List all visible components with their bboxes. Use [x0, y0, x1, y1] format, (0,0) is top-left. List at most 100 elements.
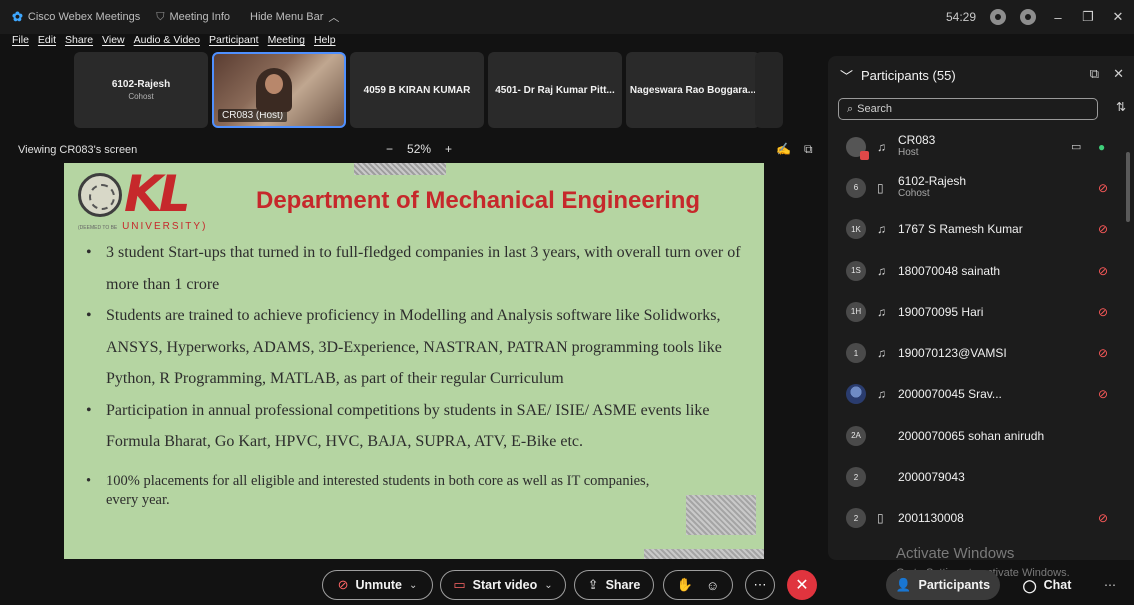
video-tile[interactable]: Nageswara Rao Boggara... [626, 52, 760, 128]
participant-row[interactable]: 1H ♫ 190070095 Hari ⊘ [828, 291, 1124, 332]
app-title: ✿ Cisco Webex Meetings [12, 9, 140, 25]
meeting-info-button[interactable]: ⛉ Meeting Info [156, 11, 230, 24]
participant-search-input[interactable]: ⌕ Search [838, 98, 1098, 120]
presenter-badge-icon [860, 150, 869, 160]
seal-icon [78, 173, 122, 217]
chevron-down-icon: ﹀ [840, 69, 854, 84]
chevron-down-icon[interactable]: ⌄ [409, 580, 417, 591]
participant-row[interactable]: ♫ 2000070045 Srav... ⊘ [828, 374, 1124, 415]
camera-icon[interactable]: ▭ [1071, 140, 1081, 153]
more-options-button[interactable]: ⋯ [745, 570, 775, 600]
activate-windows-watermark: Activate Windows [896, 545, 1015, 562]
video-tile[interactable]: 4059 B KIRAN KUMAR [350, 52, 484, 128]
menu-share[interactable]: Share [65, 34, 93, 50]
headset-icon: ♫ [877, 263, 886, 278]
participant-row[interactable]: 1K ♫ 1767 S Ramesh Kumar ⊘ [828, 209, 1124, 250]
deemed-text: (DEEMED TO BE [78, 225, 118, 231]
popout-icon[interactable]: ⧉ [804, 142, 813, 157]
participant-row[interactable]: ♫ CR083 Host ▭ ● [828, 126, 1124, 167]
leave-meeting-button[interactable]: ✕ [787, 570, 817, 600]
participant-name: 2001130008 [898, 511, 964, 526]
search-placeholder: Search [857, 103, 893, 115]
hide-menu-label: Hide Menu Bar [250, 11, 324, 23]
share-button[interactable]: ⇪ Share [574, 570, 654, 600]
mic-muted-icon[interactable]: ⊘ [1098, 305, 1108, 319]
participant-name: 190070123@VAMSI [898, 346, 1007, 361]
phone-icon: ▯ [877, 180, 884, 195]
menu-audio-video[interactable]: Audio & Video [134, 34, 200, 50]
participant-row[interactable]: 2A 2000070065 sohan anirudh [828, 415, 1124, 456]
tile-name: 6102-Rajesh [111, 79, 171, 90]
mic-muted-icon[interactable]: ⊘ [1098, 181, 1108, 195]
menu-participant[interactable]: Participant [209, 34, 259, 50]
network-indicator-icon[interactable] [1020, 9, 1036, 25]
participant-row[interactable]: 2 2000079043 [828, 456, 1124, 497]
zoom-control: − 52% + [386, 142, 452, 156]
participant-row[interactable]: 1S ♫ 180070048 sainath ⊘ [828, 250, 1124, 291]
close-panel-icon[interactable]: ✕ [1113, 66, 1124, 82]
chevron-up-icon: ︿ [328, 12, 340, 24]
zoom-level[interactable]: 52% [407, 142, 431, 156]
mic-muted-icon[interactable]: ⊘ [1098, 387, 1108, 401]
panel-more-icon[interactable]: ⋯ [1104, 578, 1116, 592]
mic-muted-icon[interactable]: ⊘ [1098, 264, 1108, 278]
menu-edit[interactable]: Edit [38, 34, 56, 50]
menu-file[interactable]: File [12, 34, 29, 50]
app-name: Cisco Webex Meetings [27, 11, 141, 23]
reactions-group: ✋ ☺ [663, 570, 733, 600]
participant-list-scrollbar[interactable] [1126, 152, 1130, 222]
participant-row[interactable]: 1 ♫ 190070123@VAMSI ⊘ [828, 332, 1124, 373]
video-tile[interactable]: 6102-Rajesh Cohost [74, 52, 208, 128]
participant-row[interactable]: 2 ▯ 2001130008 ⊘ [828, 498, 1124, 539]
participants-toggle-button[interactable]: 👤 Participants [886, 570, 1000, 600]
bullet-text: 3 student Start-ups that turned in to fu… [106, 244, 741, 293]
participant-row[interactable]: 6 ▯ 6102-Rajesh Cohost ⊘ [828, 167, 1124, 208]
mic-on-icon[interactable]: ● [1098, 140, 1105, 154]
minimize-icon[interactable]: – [1050, 10, 1066, 25]
video-strip: 6102-Rajesh Cohost CR083 (Host) 4059 B K… [74, 52, 760, 128]
hide-menu-bar-button[interactable]: Hide Menu Bar ︿ [250, 9, 339, 25]
chat-button[interactable]: ◯ Chat [1016, 570, 1078, 600]
reactions-icon[interactable]: ☺ [706, 578, 719, 593]
bullet-item: • Students are trained to achieve profici… [86, 300, 746, 395]
participant-name: 180070048 sainath [898, 263, 1001, 278]
participants-icon: 👤 [895, 577, 912, 592]
headset-icon: ♫ [877, 346, 886, 361]
mic-muted-icon[interactable]: ⊘ [1098, 222, 1108, 236]
bullet-text: Students are trained to achieve proficie… [106, 307, 722, 387]
strip-next-button[interactable] [755, 52, 783, 128]
annotate-icon[interactable]: ✍ [776, 142, 791, 156]
participants-header[interactable]: ﹀ Participants (55) [840, 66, 956, 85]
bullet-text: 100% placements for all eligible and int… [106, 472, 650, 508]
raise-hand-icon[interactable]: ✋ [677, 577, 693, 593]
slide-title: Department of Mechanical Engineering [256, 187, 701, 214]
menu-view[interactable]: View [102, 34, 125, 50]
restore-icon[interactable]: ❐ [1080, 9, 1096, 25]
start-video-button[interactable]: ▭ Start video ⌄ [440, 570, 566, 600]
start-video-label: Start video [472, 578, 538, 592]
mic-muted-icon[interactable]: ⊘ [1098, 511, 1108, 525]
video-tile[interactable]: 4501- Dr Raj Kumar Pitt... [488, 52, 622, 128]
video-tile-active-speaker[interactable]: CR083 (Host) [212, 52, 346, 128]
slide-bullets: • 3 student Start-ups that turned in to f… [86, 237, 746, 510]
avatar: 1S [846, 260, 866, 281]
avatar: 1 [846, 343, 866, 364]
name-text: CR083 [898, 133, 936, 148]
recording-indicator-icon[interactable] [990, 9, 1006, 25]
bullet-text: Participation in annual professional com… [106, 401, 710, 451]
zoom-out-button[interactable]: − [386, 142, 393, 156]
chevron-down-icon[interactable]: ⌄ [544, 580, 552, 591]
close-icon[interactable]: ✕ [1110, 9, 1126, 25]
participants-label: Participants [918, 578, 991, 592]
chat-icon: ◯ [1022, 578, 1037, 593]
tile-name: 4059 B KIRAN KUMAR [363, 84, 471, 96]
unmute-button[interactable]: ⊘ Unmute ⌄ [322, 570, 433, 600]
popout-panel-icon[interactable]: ⧉ [1090, 66, 1099, 82]
zoom-in-button[interactable]: + [445, 142, 452, 156]
menu-meeting[interactable]: Meeting [268, 34, 305, 50]
headset-icon: ♫ [877, 387, 886, 402]
sort-icon[interactable]: ⇅ [1116, 100, 1126, 114]
shield-icon: ⛉ [156, 10, 165, 23]
mic-muted-icon[interactable]: ⊘ [1098, 346, 1108, 360]
menu-help[interactable]: Help [314, 34, 336, 50]
